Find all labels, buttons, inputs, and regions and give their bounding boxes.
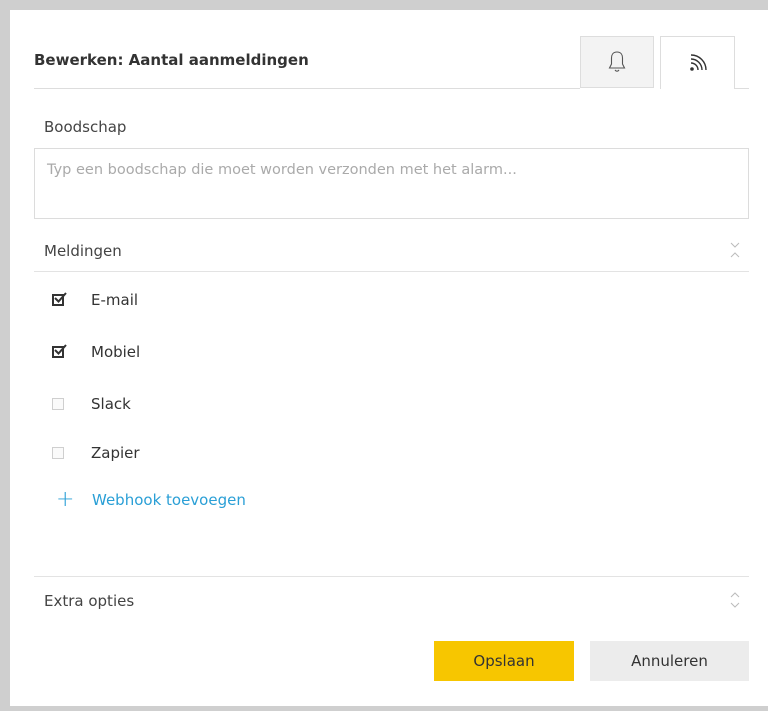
add-webhook-link[interactable]: + Webhook toevoegen xyxy=(56,487,246,512)
dialog-frame: Bewerken: Aantal aanmeldingen Boodschap … xyxy=(0,0,768,711)
dialog-title: Bewerken: Aantal aanmeldingen xyxy=(34,51,309,69)
extra-options-label[interactable]: Extra opties xyxy=(44,592,134,610)
option-label: Slack xyxy=(91,395,131,413)
option-mobile[interactable]: Mobiel xyxy=(52,341,140,363)
message-label: Boodschap xyxy=(44,118,127,136)
frame-border-bottom xyxy=(10,706,768,711)
checkbox-checked-icon[interactable] xyxy=(52,344,67,358)
tab-notifications[interactable] xyxy=(660,36,735,89)
section-divider xyxy=(34,576,749,577)
option-zapier[interactable]: Zapier xyxy=(52,442,140,464)
bell-icon xyxy=(608,51,626,72)
header-divider-right xyxy=(735,88,749,89)
option-label: E-mail xyxy=(91,291,139,309)
option-label: Zapier xyxy=(91,444,140,462)
header-divider xyxy=(34,88,580,89)
notifications-label: Meldingen xyxy=(44,242,122,260)
checkbox-unchecked-icon[interactable] xyxy=(52,398,64,410)
option-label: Mobiel xyxy=(91,343,141,361)
cancel-button[interactable]: Annuleren xyxy=(590,641,749,681)
tab-alarm[interactable] xyxy=(580,36,654,88)
collapse-toggle-icon[interactable] xyxy=(729,240,741,260)
option-slack[interactable]: Slack xyxy=(52,393,131,415)
section-divider xyxy=(34,271,749,272)
save-button[interactable]: Opslaan xyxy=(434,641,574,681)
expand-toggle-icon[interactable] xyxy=(729,590,741,610)
add-webhook-label: Webhook toevoegen xyxy=(92,491,246,509)
checkbox-unchecked-icon[interactable] xyxy=(52,447,64,459)
plus-icon: + xyxy=(56,487,75,512)
checkbox-checked-icon[interactable] xyxy=(52,292,67,306)
rss-icon xyxy=(689,54,707,71)
option-email[interactable]: E-mail xyxy=(52,289,138,311)
frame-border-top xyxy=(10,0,768,10)
message-input[interactable]: Typ een boodschap die moet worden verzon… xyxy=(34,148,749,219)
frame-border-left xyxy=(0,0,10,711)
